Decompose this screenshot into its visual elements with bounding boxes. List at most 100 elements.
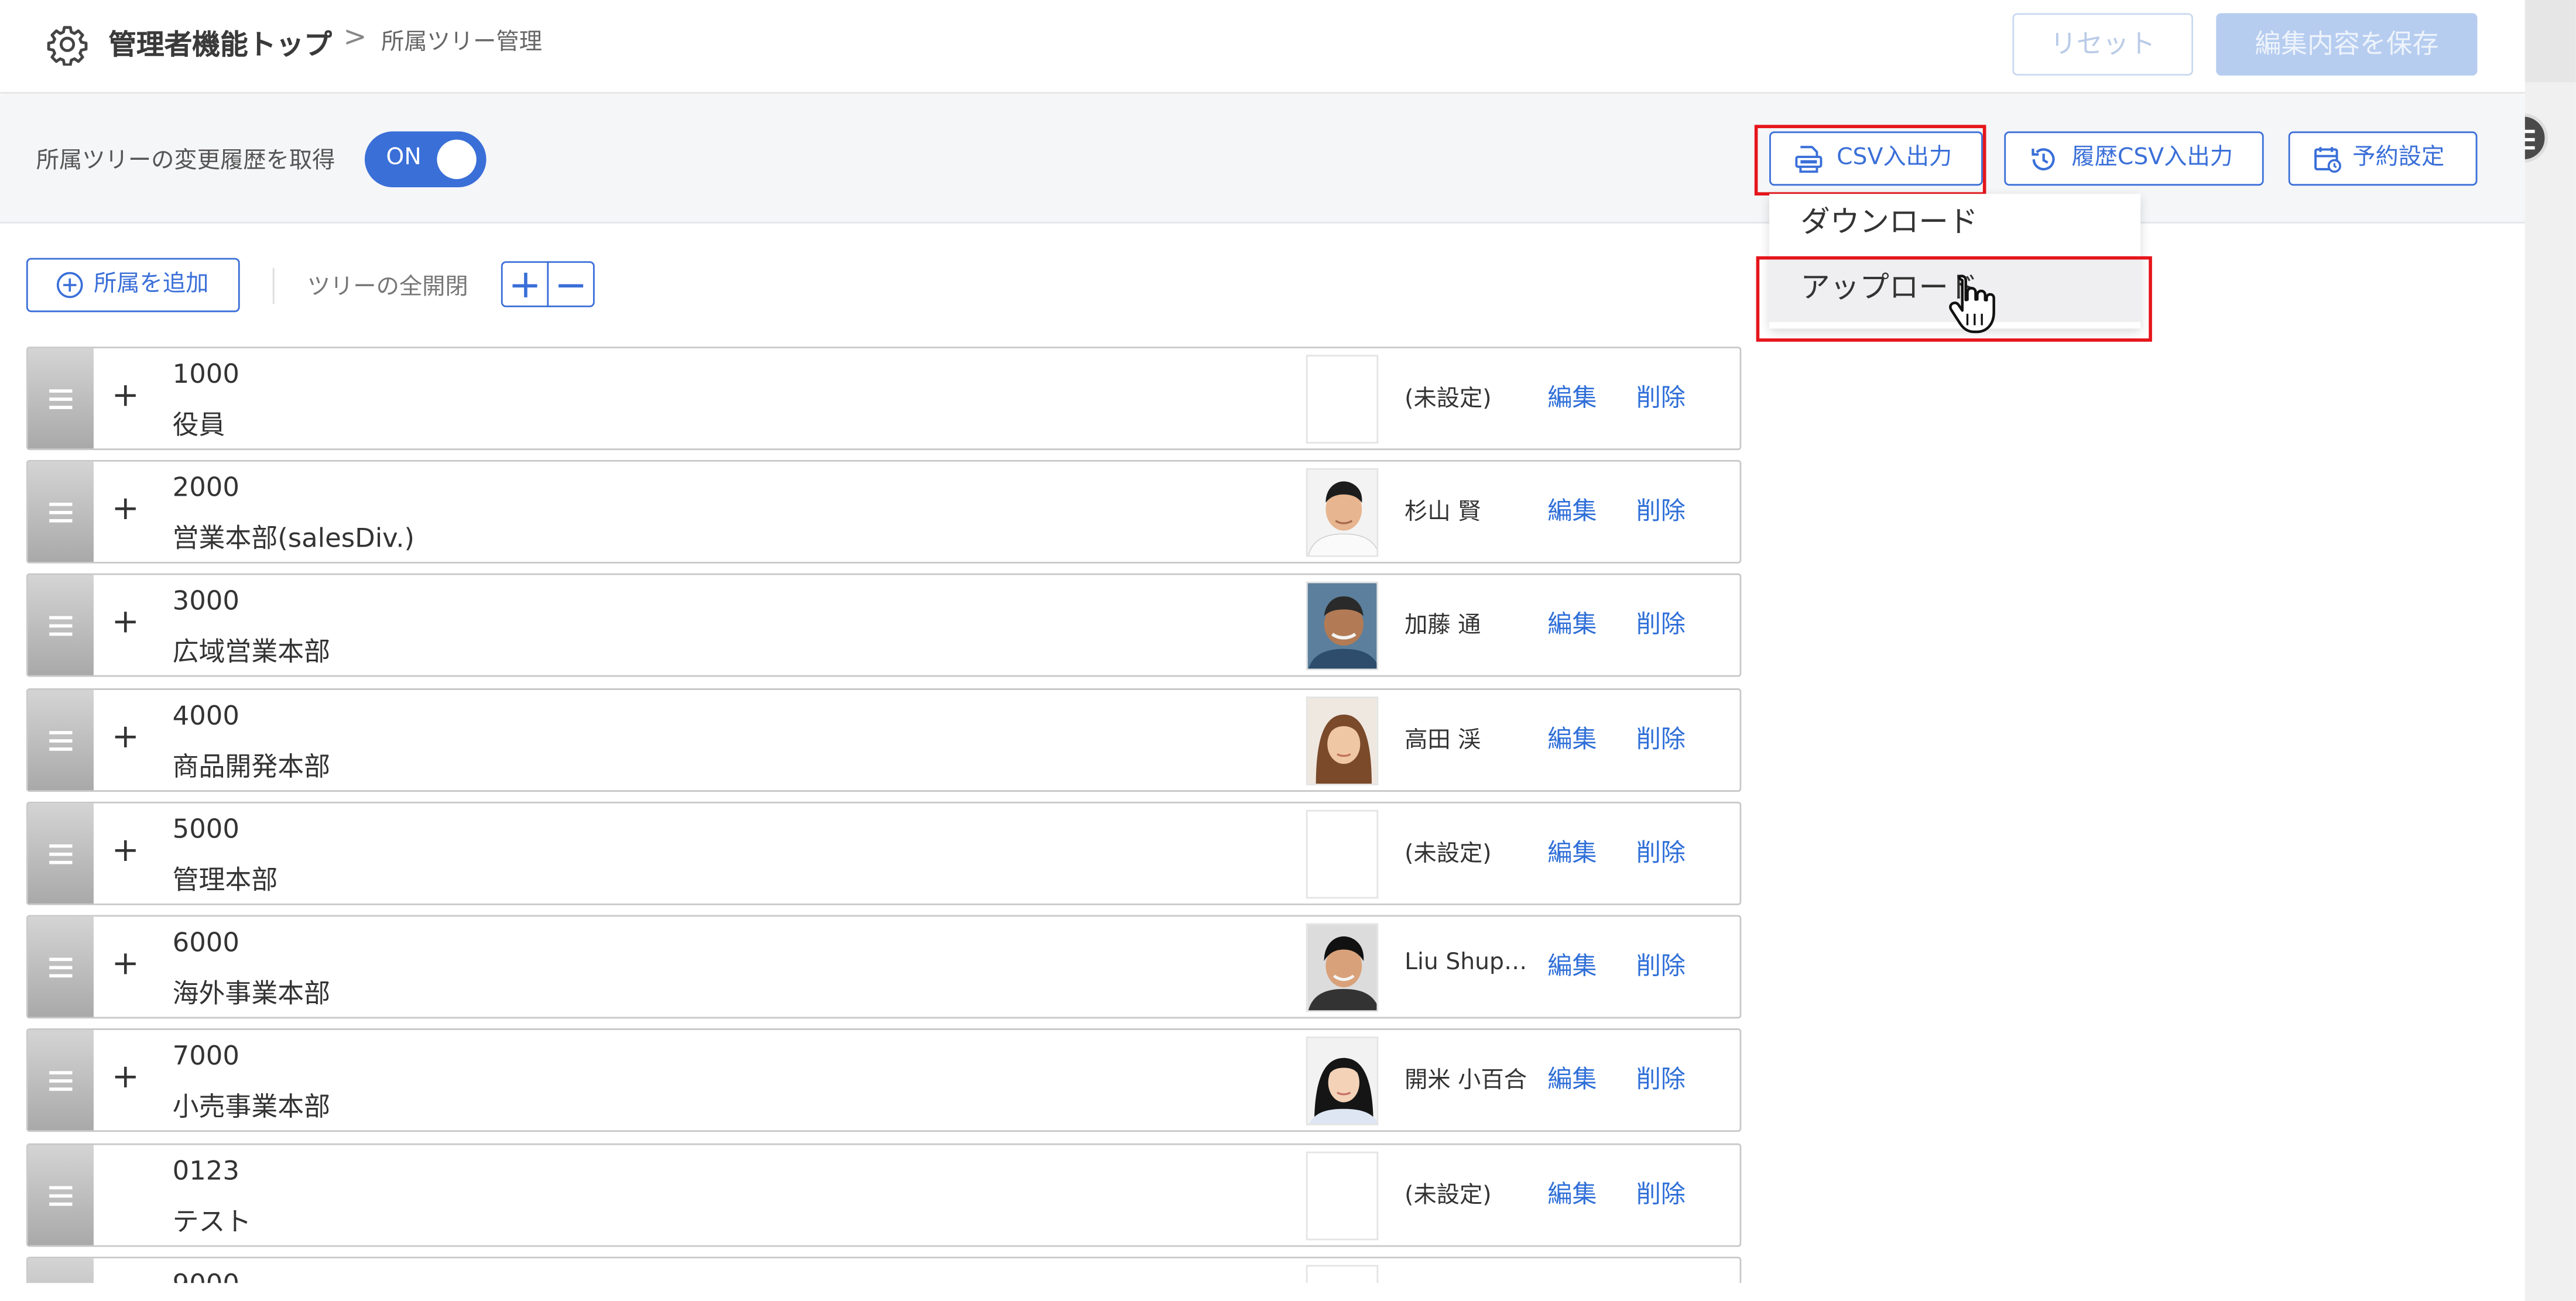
- drag-handle-icon[interactable]: [28, 575, 94, 675]
- manager-name: (未設定): [1405, 1183, 1492, 1209]
- edit-link[interactable]: 編集: [1547, 379, 1597, 414]
- delete-link[interactable]: 削除: [1636, 493, 1686, 527]
- history-icon: [2032, 148, 2055, 171]
- calendar-clock-icon: [2314, 147, 2341, 173]
- edit-link[interactable]: 編集: [1547, 1061, 1597, 1096]
- expand-row-icon[interactable]: +: [112, 716, 139, 756]
- history-csv-button[interactable]: 履歴CSV入出力: [2004, 131, 2264, 186]
- hand-cursor-icon: [1949, 274, 1995, 334]
- expand-row-icon[interactable]: +: [112, 830, 139, 869]
- expand-row-icon[interactable]: +: [112, 488, 139, 527]
- delete-link[interactable]: 削除: [1636, 379, 1686, 414]
- table-row: 9000: [26, 1257, 1742, 1283]
- reset-button[interactable]: リセット: [2012, 13, 2194, 76]
- edit-link[interactable]: 編集: [1547, 721, 1597, 756]
- department-name: 営業本部(salesDiv.): [172, 522, 415, 554]
- reservation-settings-button[interactable]: 予約設定: [2288, 131, 2478, 186]
- manager-name: (未設定): [1405, 386, 1492, 413]
- drag-handle-icon[interactable]: [28, 1029, 94, 1131]
- department-name: テスト: [172, 1206, 252, 1237]
- toolbar-band: 所属ツリーの変更履歴を取得 ON CSV入出力 履歴CSV入出力 予約設定: [0, 95, 2525, 224]
- table-row: + 2000 営業本部(salesDiv.) 杉山 賢 編集 削除: [26, 459, 1742, 564]
- drag-handle-icon[interactable]: [28, 689, 94, 791]
- table-row: + 6000 海外事業本部 Liu Shup… 編集 削除: [26, 915, 1742, 1019]
- expand-row-icon[interactable]: +: [112, 943, 139, 982]
- drag-handle-icon[interactable]: [28, 1258, 94, 1283]
- add-department-label: 所属を追加: [93, 271, 209, 298]
- toolbar-divider: [272, 267, 275, 304]
- avatar: [1306, 355, 1379, 444]
- drag-handle-icon[interactable]: [28, 1145, 94, 1245]
- history-toggle-label: 所属ツリーの変更履歴を取得: [36, 147, 335, 174]
- breadcrumb-separator: >: [343, 21, 367, 54]
- expand-row-icon[interactable]: +: [112, 601, 139, 640]
- collapse-all-button[interactable]: [547, 261, 595, 307]
- table-row: + 4000 商品開発本部 高田 渓 編集 削除: [26, 688, 1742, 792]
- avatar: [1306, 809, 1379, 899]
- department-name: 海外事業本部: [172, 977, 331, 1009]
- top-header: 管理者機能トップ > 所属ツリー管理 リセット 編集内容を保存: [0, 0, 2525, 94]
- avatar: [1306, 923, 1379, 1012]
- side-panel-tab[interactable]: [2524, 0, 2576, 83]
- edit-link[interactable]: 編集: [1547, 835, 1597, 869]
- table-row: + 7000 小売事業本部 開米 小百合 編集 削除: [26, 1028, 1742, 1132]
- edit-link[interactable]: 編集: [1547, 606, 1597, 641]
- delete-link[interactable]: 削除: [1636, 835, 1686, 869]
- drag-handle-icon[interactable]: [28, 461, 94, 562]
- department-code: 7000: [172, 1039, 239, 1072]
- department-code: 1000: [172, 358, 239, 390]
- manager-name: 杉山 賢: [1405, 499, 1481, 526]
- department-code: 9000: [173, 1268, 239, 1283]
- csv-button-highlight: [1754, 125, 1986, 196]
- edit-link[interactable]: 編集: [1547, 948, 1597, 983]
- expand-row-icon[interactable]: +: [112, 1056, 139, 1096]
- department-name: 広域営業本部: [172, 636, 331, 667]
- menu-item-download[interactable]: ダウンロード: [1769, 194, 2140, 256]
- delete-link[interactable]: 削除: [1636, 1176, 1686, 1211]
- avatar: [1306, 1265, 1379, 1283]
- department-code: 2000: [172, 471, 239, 503]
- table-row: + 3000 広域営業本部 加藤 通 編集 削除: [26, 573, 1742, 677]
- add-department-button[interactable]: 所属を追加: [26, 258, 240, 313]
- department-name: 小売事業本部: [172, 1090, 331, 1123]
- expand-row-icon[interactable]: +: [112, 375, 139, 414]
- avatar: [1306, 581, 1379, 671]
- history-toggle[interactable]: ON: [364, 131, 487, 187]
- toggle-label: ON: [386, 145, 422, 171]
- save-button[interactable]: 編集内容を保存: [2216, 13, 2478, 76]
- history-csv-label: 履歴CSV入出力: [2071, 145, 2234, 171]
- department-name: 管理本部: [172, 864, 278, 895]
- edit-link[interactable]: 編集: [1547, 493, 1597, 527]
- gear-icon[interactable]: [46, 23, 89, 66]
- avatar: [1306, 696, 1379, 785]
- delete-link[interactable]: 削除: [1636, 1061, 1686, 1096]
- edit-link[interactable]: 編集: [1547, 1176, 1597, 1211]
- delete-link[interactable]: 削除: [1636, 606, 1686, 641]
- app-root: 管理者機能トップ > 所属ツリー管理 リセット 編集内容を保存 所属ツリーの変更…: [0, 0, 2576, 1301]
- tree-expand-label: ツリーの全開閉: [307, 274, 468, 301]
- avatar: [1306, 1036, 1379, 1125]
- department-name: 商品開発本部: [172, 750, 331, 782]
- drag-handle-icon[interactable]: [28, 348, 94, 449]
- breadcrumb-current: 所属ツリー管理: [381, 29, 542, 56]
- department-code: 5000: [172, 813, 239, 845]
- department-code: 6000: [172, 926, 239, 958]
- delete-link[interactable]: 削除: [1636, 948, 1686, 983]
- manager-name: (未設定): [1405, 841, 1492, 868]
- manager-name: 加藤 通: [1405, 613, 1481, 639]
- expand-all-button[interactable]: [501, 261, 549, 307]
- drag-handle-icon[interactable]: [28, 803, 94, 904]
- table-row: + 5000 管理本部 (未設定) 編集 削除: [26, 801, 1742, 905]
- manager-name: 開米 小百合: [1405, 1067, 1527, 1094]
- delete-link[interactable]: 削除: [1636, 721, 1686, 756]
- plus-circle-icon: [56, 272, 83, 298]
- breadcrumb-admin-top[interactable]: 管理者機能トップ: [108, 21, 332, 63]
- department-name: 役員: [172, 409, 225, 441]
- avatar: [1306, 468, 1379, 557]
- department-code: 4000: [172, 699, 239, 732]
- department-code: 0123: [172, 1155, 239, 1186]
- table-row: + 1000 役員 (未設定) 編集 削除: [26, 346, 1742, 451]
- manager-name: Liu Shup…: [1405, 949, 1527, 976]
- drag-handle-icon[interactable]: [28, 916, 94, 1017]
- department-code: 3000: [172, 585, 239, 616]
